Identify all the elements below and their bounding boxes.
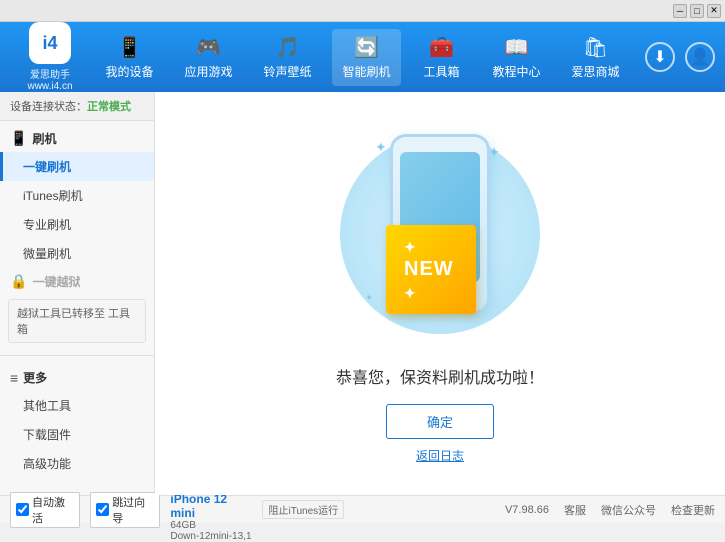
maximize-button[interactable]: □ <box>690 4 704 18</box>
auto-activate-checkbox[interactable]: 自动激活 <box>10 492 80 528</box>
sparkle-2: ✦ <box>488 144 500 161</box>
sidebar-item-advanced[interactable]: 高级功能 <box>0 449 154 478</box>
nav-toolbox-label: 工具箱 <box>423 63 459 80</box>
nav-my-device[interactable]: 📱 我的设备 <box>95 29 163 86</box>
nav-tutorial[interactable]: 📖 教程中心 <box>482 29 550 86</box>
nav-smart-flash-label: 智能刷机 <box>342 63 390 80</box>
nav-apps-games-label: 应用游戏 <box>184 63 232 80</box>
sidebar-more-section: ≡ 更多 其他工具 下载固件 高级功能 <box>0 360 154 482</box>
nav-apps-games[interactable]: 🎮 应用游戏 <box>174 29 242 86</box>
success-text: 恭喜您，保资料刷机成功啦！ <box>336 364 544 388</box>
logo-url: www.i4.cn <box>27 81 72 92</box>
device-model: Down-12mini-13,1 <box>170 531 252 542</box>
sidebar: 设备连接状态：正常模式 📱 刷机 一键刷机 iTunes刷机 专业刷机 微量刷机… <box>0 92 155 495</box>
nav-my-device-label: 我的设备 <box>105 63 153 80</box>
device-name: iPhone 12 mini <box>170 492 252 520</box>
more-section-icon: ≡ <box>10 370 18 386</box>
support-link[interactable]: 客服 <box>564 502 586 518</box>
smart-flash-icon: 🔄 <box>354 35 379 60</box>
flash-section-label: 刷机 <box>32 130 56 147</box>
skip-guide-checkbox[interactable]: 跳过向导 <box>90 492 160 528</box>
toolbox-icon: 🧰 <box>429 35 454 60</box>
sparkle-3: ✦ <box>365 293 373 304</box>
lock-icon: 🔒 <box>10 273 27 290</box>
bottom-right: V7.98.66 客服 微信公众号 检查更新 <box>505 502 715 518</box>
logo-icon: i4 <box>29 22 71 64</box>
device-storage: 64GB <box>170 520 252 531</box>
nav-toolbox[interactable]: 🧰 工具箱 <box>411 29 471 86</box>
logo-name: 爱思助手 <box>30 66 70 81</box>
logo: i4 爱思助手 www.i4.cn <box>10 22 90 92</box>
sidebar-divider <box>0 355 154 356</box>
more-section-label: 更多 <box>23 369 47 386</box>
sparkle-1: ✦ <box>375 139 387 156</box>
sidebar-flash-header: 📱 刷机 <box>0 125 154 152</box>
sidebar-item-download-firmware[interactable]: 下载固件 <box>0 420 154 449</box>
minimize-button[interactable]: ─ <box>673 4 687 18</box>
nav-mall-label: 爱思商城 <box>571 63 619 80</box>
tutorial-icon: 📖 <box>504 35 529 60</box>
sidebar-more-header: ≡ 更多 <box>0 364 154 391</box>
ringtone-icon: 🎵 <box>275 35 300 60</box>
download-button[interactable]: ⬇ <box>645 42 675 72</box>
confirm-button[interactable]: 确定 <box>386 404 494 439</box>
nav-mall[interactable]: 🛍 爱思商城 <box>561 29 629 86</box>
flash-section-icon: 📱 <box>10 130 27 147</box>
sidebar-item-pro-flash[interactable]: 专业刷机 <box>0 210 154 239</box>
apps-games-icon: 🎮 <box>196 35 221 60</box>
jailbreak-notice: 越狱工具已转移至 工具箱 <box>8 299 146 343</box>
close-button[interactable]: ✕ <box>707 4 721 18</box>
nav-tutorial-label: 教程中心 <box>492 63 540 80</box>
my-device-icon: 📱 <box>117 35 142 60</box>
nav-ringtone[interactable]: 🎵 铃声壁纸 <box>253 29 321 86</box>
nav-bar: 📱 我的设备 🎮 应用游戏 🎵 铃声壁纸 🔄 智能刷机 🧰 工具箱 📖 教程中心… <box>90 29 635 86</box>
new-badge: NEW <box>386 225 476 314</box>
title-bar: ─ □ ✕ <box>0 0 725 22</box>
nav-smart-flash[interactable]: 🔄 智能刷机 <box>332 29 400 86</box>
main-layout: 设备连接状态：正常模式 📱 刷机 一键刷机 iTunes刷机 专业刷机 微量刷机… <box>0 92 725 495</box>
sidebar-item-other-tools[interactable]: 其他工具 <box>0 391 154 420</box>
back-link[interactable]: 返回日志 <box>416 447 464 464</box>
sidebar-item-itunes-flash[interactable]: iTunes刷机 <box>0 181 154 210</box>
account-button[interactable]: 👤 <box>685 42 715 72</box>
jailbreak-label: 一键越狱 <box>32 273 80 290</box>
header: i4 爱思助手 www.i4.cn 📱 我的设备 🎮 应用游戏 🎵 铃声壁纸 🔄… <box>0 22 725 92</box>
check-update-link[interactable]: 检查更新 <box>671 502 715 518</box>
bottom-bar: 自动激活 跳过向导 📱 iPhone 12 mini 64GB Down-12m… <box>0 495 725 523</box>
sidebar-flash-section: 📱 刷机 一键刷机 iTunes刷机 专业刷机 微量刷机 🔒 一键越狱 越狱工具… <box>0 121 154 351</box>
mall-icon: 🛍 <box>583 35 608 60</box>
sidebar-item-micro-flash[interactable]: 微量刷机 <box>0 239 154 268</box>
itunes-status[interactable]: 阻止iTunes运行 <box>262 500 344 519</box>
status-bar: 设备连接状态：正常模式 <box>0 92 154 121</box>
sidebar-item-one-click-flash[interactable]: 一键刷机 <box>0 152 154 181</box>
sidebar-jailbreak-header: 🔒 一键越狱 <box>0 268 154 295</box>
status-value: 正常模式 <box>87 101 131 113</box>
version-text: V7.98.66 <box>505 504 549 516</box>
nav-ringtone-label: 铃声壁纸 <box>263 63 311 80</box>
status-label: 设备连接状态： <box>10 101 87 113</box>
wechat-link[interactable]: 微信公众号 <box>601 502 656 518</box>
content-area: ✦ ✦ ✦ NEW 恭喜您，保资料刷机成功啦！ 确定 返回日志 <box>155 92 725 495</box>
header-actions: ⬇ 👤 <box>645 42 715 72</box>
phone-illustration: ✦ ✦ ✦ NEW <box>350 124 530 344</box>
